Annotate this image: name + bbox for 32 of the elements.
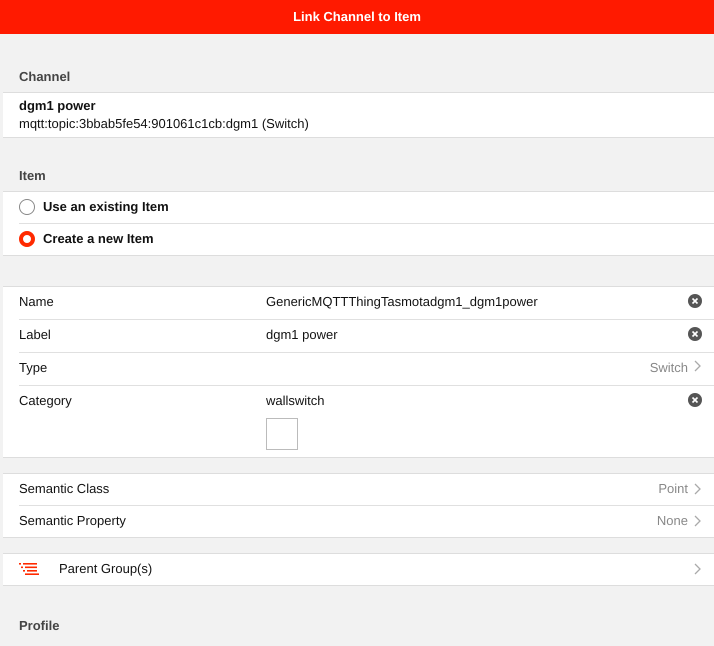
field-label: Semantic Class: [19, 480, 110, 498]
channel-name: dgm1 power: [19, 96, 96, 115]
section-heading: Channel: [18, 69, 72, 86]
field-value[interactable]: None: [656, 512, 688, 530]
clear-icon[interactable]: [688, 392, 702, 407]
field-value[interactable]: Point: [658, 480, 688, 498]
field-label: Name: [19, 294, 55, 311]
input-field[interactable]: GenericMQTTThingTasmotadgm1_dgm1power: [266, 294, 538, 311]
window-title: Link Channel to Item: [0, 0, 714, 34]
input-field[interactable]: dgm1 power: [266, 326, 338, 344]
field-label: Label: [19, 326, 52, 344]
input-field[interactable]: wallswitch: [266, 392, 325, 410]
field-label: Category: [19, 392, 73, 410]
radio-button[interactable]: [19, 231, 35, 248]
radio-option[interactable]: Use an existing Item: [3, 192, 714, 223]
radio-button[interactable]: [19, 199, 35, 216]
radio-option[interactable]: Create a new Item: [3, 224, 714, 255]
section-heading: Profile: [18, 618, 60, 635]
chevron-icon[interactable]: [694, 515, 702, 528]
field-label: Type: [19, 360, 48, 377]
chevron-icon[interactable]: [694, 563, 702, 576]
chevron-icon[interactable]: [694, 360, 702, 372]
icon-preview: [266, 418, 298, 450]
field-label: Semantic Property: [19, 512, 126, 530]
field-value[interactable]: Switch: [650, 360, 688, 377]
clear-icon[interactable]: [688, 326, 702, 341]
menu-item[interactable]: Parent Group(s): [59, 560, 152, 578]
section-heading: Item: [18, 168, 47, 185]
chevron-icon[interactable]: [694, 483, 702, 496]
channel-uid: mqtt:topic:3bbab5fe54:901061c1cb:dgm1 (Switch): [19, 114, 309, 133]
clear-icon[interactable]: [688, 294, 702, 308]
list-icon: [19, 563, 39, 576]
